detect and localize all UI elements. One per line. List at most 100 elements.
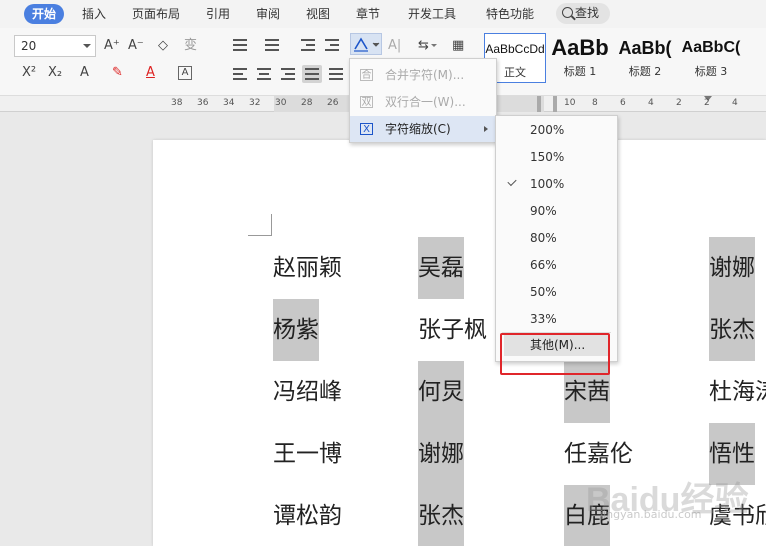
scale-option[interactable]: 33% — [496, 306, 617, 333]
ruler-number: 2 — [704, 98, 710, 108]
superscript-icon[interactable]: X² — [22, 64, 36, 82]
ruler-number: 32 — [249, 98, 261, 108]
scale-option[interactable]: 66% — [496, 252, 617, 279]
scale-option-label: 150% — [530, 150, 565, 164]
name-cell[interactable]: 杜海涛 — [709, 361, 766, 423]
scale-option-label: 80% — [530, 231, 557, 245]
scale-option-label: 100% — [530, 177, 565, 191]
tab-layout[interactable]: 页面布局 — [132, 6, 180, 22]
menu-item-label: 合并字符(M)... — [385, 68, 465, 82]
text-direction-icon[interactable]: A| — [388, 37, 401, 55]
char-scale-icon — [354, 37, 380, 52]
search-button[interactable]: 查找 — [556, 3, 610, 24]
scale-option-label: 90% — [530, 204, 557, 218]
scale-option[interactable]: 200% — [496, 117, 617, 144]
name-cell[interactable]: 谢娜 — [418, 423, 464, 485]
scale-percent-submenu: 其他(M)... 200% 150% 100% 90% 80% 66% 50% 33% — [495, 115, 618, 362]
tab-chapter[interactable]: 章节 — [356, 6, 380, 22]
char-scale-icon: X — [360, 123, 373, 135]
clear-format-icon[interactable]: ◇ — [158, 37, 168, 55]
char-scale-button[interactable] — [350, 33, 382, 55]
style-preset-4[interactable]: AaBbC(标题 3 — [680, 33, 742, 83]
chevron-down-icon — [83, 44, 91, 48]
name-cell[interactable]: 张子枫 — [418, 299, 487, 361]
merge-chars-icon: 合 — [360, 69, 373, 81]
style-preset-2[interactable]: AaBb 标题 1 — [549, 33, 611, 83]
checkmark-icon — [507, 176, 517, 187]
tab-review[interactable]: 审阅 — [256, 6, 280, 22]
tab-dev[interactable]: 开发工具 — [408, 6, 456, 22]
style-sample: AaBb — [551, 35, 609, 60]
menu-item-label: 双行合一(W)... — [385, 95, 466, 109]
name-cell[interactable]: 谭松韵 — [273, 485, 342, 546]
align-left-icon[interactable] — [230, 65, 250, 83]
line-spacing-icon[interactable]: ⇆ — [418, 37, 437, 55]
ruler-number: 10 — [564, 98, 576, 108]
search-icon — [562, 7, 573, 18]
ruler-number: 4 — [732, 98, 738, 108]
highlight-pen-icon[interactable]: ✎ — [112, 64, 123, 82]
name-cell[interactable]: 吴磊 — [418, 237, 464, 299]
align-center-icon[interactable] — [254, 65, 274, 83]
style-sample: AaBbC( — [681, 39, 741, 56]
name-cell[interactable]: 冯绍峰 — [273, 361, 342, 423]
name-cell[interactable]: 张杰 — [418, 485, 464, 546]
style-name: 标题 2 — [628, 65, 662, 78]
tab-ref[interactable]: 引用 — [206, 6, 230, 22]
name-cell[interactable]: 杨紫 — [273, 299, 319, 361]
tab-view[interactable]: 视图 — [306, 6, 330, 22]
ribbon-tab-bar: 查找 开始 插入 页面布局 引用 审阅 视图 章节 开发工具 特色功能 — [0, 0, 766, 28]
table-icon[interactable]: ▦ — [452, 37, 464, 55]
subscript-icon[interactable]: X₂ — [48, 64, 62, 82]
annotation-highlight-box — [500, 333, 610, 375]
tab-special[interactable]: 特色功能 — [486, 6, 534, 22]
name-cell[interactable]: 赵丽颖 — [273, 237, 342, 299]
scale-option-label: 66% — [530, 258, 557, 272]
align-right-icon[interactable] — [278, 65, 298, 83]
ruler-number: 38 — [171, 98, 183, 108]
ruler-number: 4 — [648, 98, 654, 108]
shrink-font-icon[interactable]: A⁻ — [128, 37, 144, 55]
font-size-value: 20 — [21, 39, 37, 53]
ruler-number: 34 — [223, 98, 235, 108]
scale-option[interactable]: 80% — [496, 225, 617, 252]
ruler-number: 30 — [275, 98, 287, 108]
ruler-number: 2 — [676, 98, 682, 108]
ruler-number: 8 — [592, 98, 598, 108]
ruler-margin-marker[interactable] — [553, 96, 557, 112]
name-cell[interactable]: 谢娜 — [709, 237, 755, 299]
decrease-indent-icon[interactable] — [298, 36, 318, 54]
scale-option[interactable]: 90% — [496, 198, 617, 225]
char-border-icon[interactable]: A — [178, 66, 192, 80]
pinyin-icon[interactable]: 变 — [184, 37, 197, 55]
name-cell[interactable]: 张杰 — [709, 299, 755, 361]
menu-item-char-scale[interactable]: X 字符缩放(C) — [350, 116, 496, 142]
ruler-number: 28 — [301, 98, 313, 108]
bullet-list-icon[interactable] — [230, 36, 250, 54]
style-name: 标题 1 — [563, 65, 597, 78]
style-preset-3[interactable]: AaBb( 标题 2 — [614, 33, 676, 83]
increase-indent-icon[interactable] — [322, 36, 342, 54]
tab-start[interactable]: 开始 — [24, 4, 65, 24]
grow-font-icon[interactable]: A⁺ — [104, 37, 120, 55]
ruler-number: 36 — [197, 98, 209, 108]
scale-option[interactable]: 100% — [496, 171, 617, 198]
numbered-list-icon[interactable] — [262, 36, 282, 54]
chevron-right-icon — [484, 126, 488, 132]
tab-insert[interactable]: 插入 — [82, 6, 106, 22]
menu-item-merge-chars: 合合并字符(M)... — [350, 62, 496, 88]
name-cell[interactable]: 王一博 — [273, 423, 342, 485]
menu-item-label: 字符缩放(C) — [385, 122, 451, 136]
name-cell[interactable]: 何炅 — [418, 361, 464, 423]
scale-option[interactable]: 150% — [496, 144, 617, 171]
distributed-align-icon[interactable] — [326, 65, 346, 83]
menu-item-two-lines-in-one: 双双行合一(W)... — [350, 89, 496, 115]
justify-icon[interactable] — [302, 65, 322, 83]
scale-option[interactable]: 50% — [496, 279, 617, 306]
font-color-icon[interactable]: A — [146, 64, 155, 82]
style-sample: AaBb( — [618, 38, 672, 58]
ruler-number: 26 — [327, 98, 339, 108]
ruler-margin-marker[interactable] — [537, 96, 541, 112]
font-size-select[interactable]: 20 — [14, 35, 96, 57]
text-effect-icon[interactable]: A — [80, 64, 89, 82]
